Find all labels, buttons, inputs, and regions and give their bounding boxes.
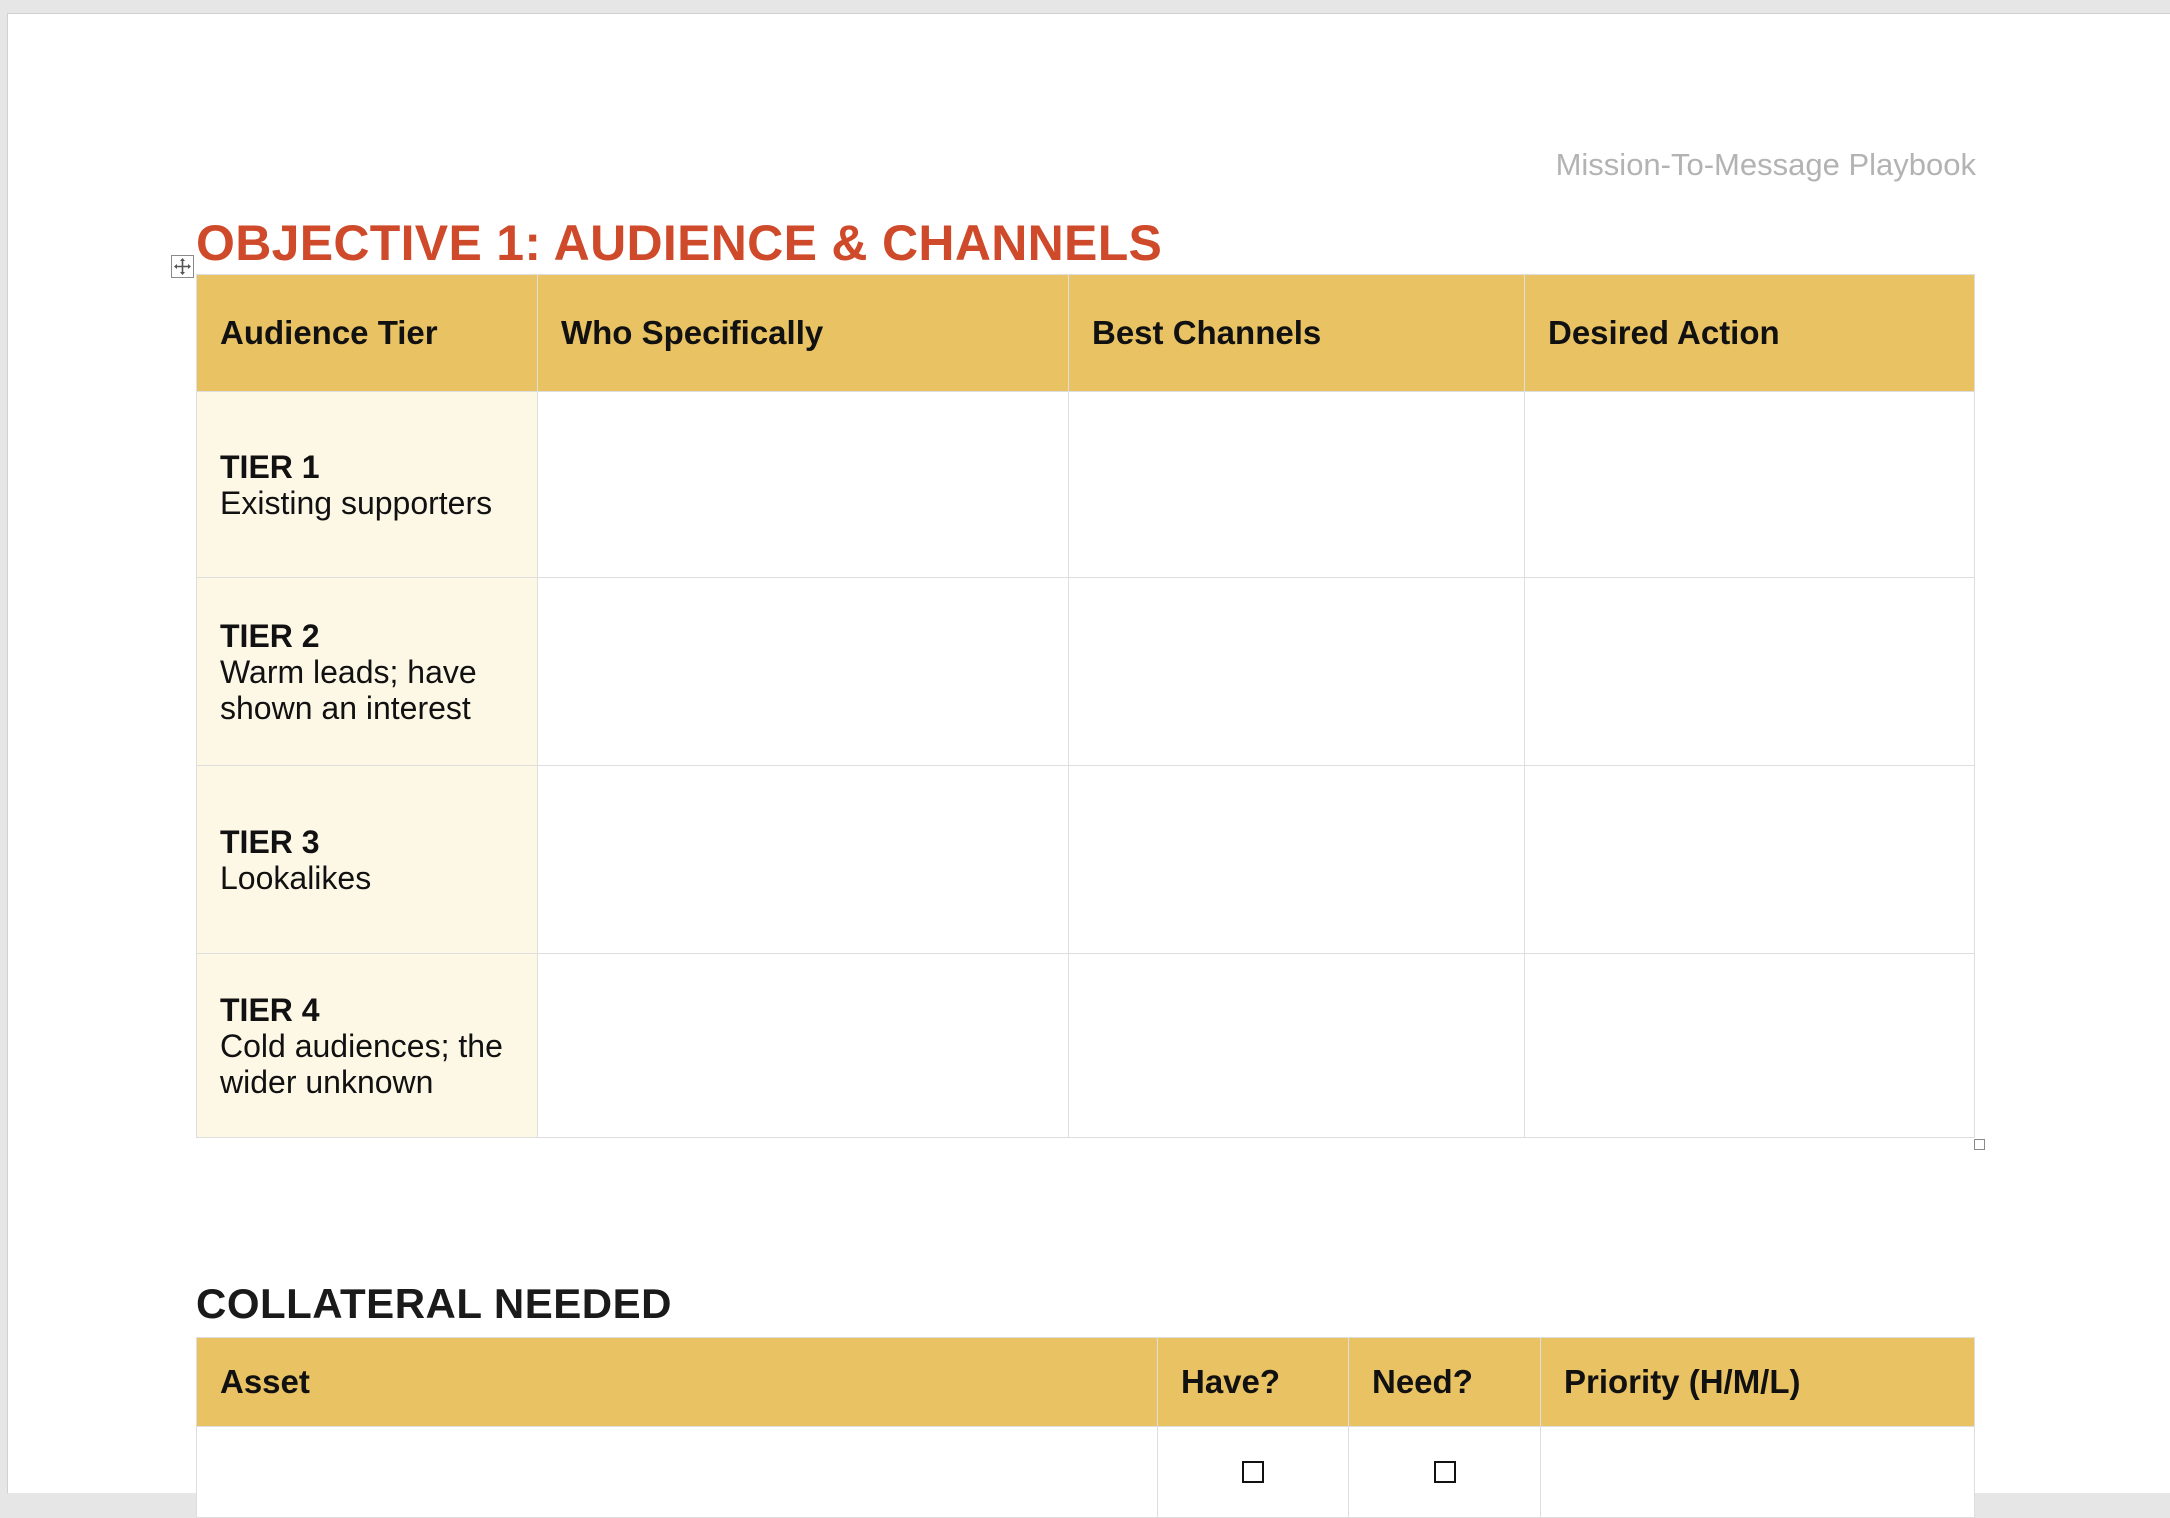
tier-cell[interactable]: TIER 4 Cold audiences; the wider unknown bbox=[196, 953, 538, 1138]
table-row: TIER 4 Cold audiences; the wider unknown bbox=[196, 953, 1975, 1138]
tier-name: TIER 2 bbox=[220, 617, 320, 654]
desired-action-cell[interactable] bbox=[1524, 953, 1975, 1138]
desired-action-cell[interactable] bbox=[1524, 391, 1975, 578]
have-checkbox-icon[interactable] bbox=[1242, 1461, 1264, 1483]
running-header: Mission-To-Message Playbook bbox=[1555, 147, 1976, 182]
tier-name: TIER 4 bbox=[220, 991, 320, 1028]
col-header-priority: Priority (H/M/L) bbox=[1540, 1337, 1975, 1427]
table-resize-handle-icon[interactable] bbox=[1974, 1139, 1985, 1150]
table-row: TIER 2 Warm leads; have shown an interes… bbox=[196, 577, 1975, 766]
document-page: Mission-To-Message Playbook OBJECTIVE 1:… bbox=[7, 13, 2170, 1518]
col-header-who-specifically: Who Specifically bbox=[537, 274, 1069, 392]
table-move-handle-icon[interactable] bbox=[171, 255, 194, 278]
col-header-best-channels: Best Channels bbox=[1068, 274, 1525, 392]
col-header-asset: Asset bbox=[196, 1337, 1158, 1427]
desired-action-cell[interactable] bbox=[1524, 765, 1975, 954]
col-header-need: Need? bbox=[1348, 1337, 1541, 1427]
objective-title: OBJECTIVE 1: AUDIENCE & CHANNELS bbox=[196, 215, 1163, 271]
table-row: TIER 3 Lookalikes bbox=[196, 765, 1975, 954]
need-cell bbox=[1348, 1426, 1541, 1518]
tier-description: Lookalikes bbox=[220, 859, 372, 896]
who-specifically-cell[interactable] bbox=[537, 391, 1069, 578]
best-channels-cell[interactable] bbox=[1068, 391, 1525, 578]
who-specifically-cell[interactable] bbox=[537, 577, 1069, 766]
table-header-row: Asset Have? Need? Priority (H/M/L) bbox=[196, 1337, 1975, 1427]
collateral-section-title: COLLATERAL NEEDED bbox=[196, 1280, 672, 1327]
priority-cell[interactable] bbox=[1540, 1426, 1975, 1518]
have-cell bbox=[1157, 1426, 1349, 1518]
tier-description: Cold audiences; the wider unknown bbox=[220, 1027, 503, 1100]
who-specifically-cell[interactable] bbox=[537, 765, 1069, 954]
tier-cell[interactable]: TIER 1 Existing supporters bbox=[196, 391, 538, 578]
col-header-have: Have? bbox=[1157, 1337, 1349, 1427]
who-specifically-cell[interactable] bbox=[537, 953, 1069, 1138]
best-channels-cell[interactable] bbox=[1068, 765, 1525, 954]
table-row bbox=[196, 1426, 1975, 1518]
tier-description: Existing supporters bbox=[220, 484, 493, 521]
tier-cell[interactable]: TIER 2 Warm leads; have shown an interes… bbox=[196, 577, 538, 766]
asset-cell[interactable] bbox=[196, 1426, 1158, 1518]
col-header-desired-action: Desired Action bbox=[1524, 274, 1975, 392]
need-checkbox-icon[interactable] bbox=[1433, 1461, 1456, 1483]
desired-action-cell[interactable] bbox=[1524, 577, 1975, 766]
best-channels-cell[interactable] bbox=[1068, 953, 1525, 1138]
tier-description: Warm leads; have shown an interest bbox=[220, 653, 477, 726]
audience-channels-table: Audience Tier Who Specifically Best Chan… bbox=[196, 274, 1975, 1138]
best-channels-cell[interactable] bbox=[1068, 577, 1525, 766]
tier-cell[interactable]: TIER 3 Lookalikes bbox=[196, 765, 538, 954]
table-header-row: Audience Tier Who Specifically Best Chan… bbox=[196, 274, 1975, 392]
tier-name: TIER 3 bbox=[220, 823, 320, 860]
table-row: TIER 1 Existing supporters bbox=[196, 391, 1975, 578]
col-header-audience-tier: Audience Tier bbox=[196, 274, 538, 392]
tier-name: TIER 1 bbox=[220, 448, 320, 485]
collateral-table: Asset Have? Need? Priority (H/M/L) bbox=[196, 1337, 1975, 1518]
